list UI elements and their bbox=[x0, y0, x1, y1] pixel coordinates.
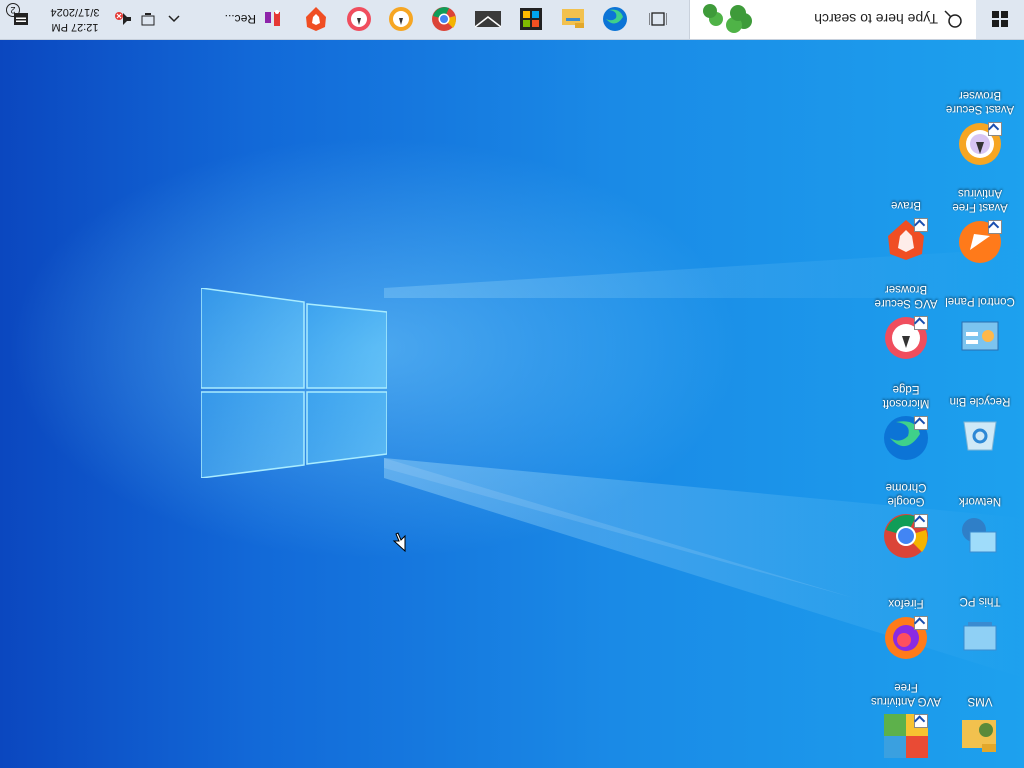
network-tray-button[interactable] bbox=[134, 0, 160, 39]
volume-muted-icon bbox=[115, 12, 131, 25]
windows-start-icon bbox=[992, 11, 1008, 27]
taskbar-avast-browser[interactable] bbox=[380, 0, 422, 39]
shortcut-arrow-icon bbox=[988, 122, 1002, 136]
desktop-icon-edge[interactable]: Microsoft Edge bbox=[868, 382, 944, 462]
taskbar-store[interactable] bbox=[510, 0, 552, 39]
avg-browser-icon bbox=[882, 314, 930, 362]
desktop-icon-network[interactable]: Network bbox=[942, 494, 1018, 560]
desktop-icon-firefox[interactable]: Firefox bbox=[868, 596, 944, 662]
taskbar-chrome[interactable] bbox=[422, 0, 466, 39]
network-icon bbox=[956, 512, 1004, 560]
control-panel-icon bbox=[956, 312, 1004, 360]
desktop-screen: VMS This PC Network Recycle Bin Control … bbox=[0, 0, 1024, 768]
taskbar-brave[interactable] bbox=[294, 0, 338, 39]
shortcut-arrow-icon bbox=[988, 220, 1002, 234]
mouse-cursor bbox=[392, 532, 406, 552]
clock[interactable]: 12:27 PM 3/17/2024 bbox=[40, 0, 110, 39]
edge-icon bbox=[882, 414, 930, 462]
shortcut-arrow-icon bbox=[914, 316, 928, 330]
avast-browser-icon bbox=[389, 7, 413, 31]
chrome-icon bbox=[432, 7, 456, 31]
store-icon bbox=[520, 8, 542, 30]
taskbar: Type here to search Rec... 12:27 PM 3/17… bbox=[0, 0, 1024, 40]
taskbar-edge[interactable] bbox=[594, 0, 636, 39]
this-pc-icon bbox=[956, 612, 1004, 660]
chrome-icon bbox=[882, 512, 930, 560]
chevron-up-icon bbox=[168, 15, 180, 23]
avg-antivirus-icon bbox=[882, 712, 930, 760]
shortcut-arrow-icon bbox=[914, 514, 928, 528]
desktop-icon-control-panel[interactable]: Control Panel bbox=[942, 294, 1018, 360]
action-center-button[interactable]: 2 bbox=[2, 0, 38, 39]
clock-time: 12:27 PM bbox=[51, 21, 99, 33]
desktop-icon-avast[interactable]: Avast Free Antivirus bbox=[942, 186, 1018, 266]
recorder-app-icon bbox=[265, 10, 280, 26]
shortcut-arrow-icon bbox=[914, 416, 928, 430]
desktop-icon-brave[interactable]: Brave bbox=[868, 198, 944, 264]
search-placeholder: Type here to search bbox=[814, 11, 938, 27]
search-icon bbox=[944, 10, 962, 28]
volume-tray-button[interactable] bbox=[112, 0, 136, 39]
desktop-icon-avast-browser[interactable]: Avast Secure Browser bbox=[942, 88, 1018, 168]
desktop-icon-avg-antivirus[interactable]: AVG Antivirus Free bbox=[868, 680, 944, 760]
avg-browser-icon bbox=[347, 7, 371, 31]
start-button[interactable] bbox=[976, 0, 1024, 39]
shortcut-arrow-icon bbox=[914, 714, 928, 728]
brave-icon bbox=[306, 7, 326, 31]
show-hidden-icons-button[interactable] bbox=[160, 0, 188, 39]
taskbar-running-app[interactable]: Rec... bbox=[210, 0, 282, 39]
search-box[interactable]: Type here to search bbox=[689, 0, 976, 39]
edge-icon bbox=[603, 7, 627, 31]
avast-icon bbox=[956, 218, 1004, 266]
notification-count-badge: 2 bbox=[6, 3, 20, 17]
network-tray-icon bbox=[141, 13, 155, 26]
clover-icon bbox=[703, 4, 752, 33]
file-explorer-icon bbox=[562, 9, 584, 28]
running-app-label: Rec... bbox=[224, 12, 256, 27]
recycle-bin-icon bbox=[956, 412, 1004, 460]
avast-browser-icon bbox=[956, 120, 1004, 168]
brave-icon bbox=[882, 216, 930, 264]
desktop-icon-chrome[interactable]: Google Chrome bbox=[868, 480, 944, 560]
task-view-button[interactable] bbox=[638, 0, 678, 39]
desktop-icon-avg-browser[interactable]: AVG Secure Browser bbox=[868, 282, 944, 362]
clock-date: 3/17/2024 bbox=[50, 6, 100, 18]
shortcut-arrow-icon bbox=[914, 616, 928, 630]
desktop-icon-this-pc[interactable]: This PC bbox=[942, 594, 1018, 660]
taskbar-mail[interactable] bbox=[466, 0, 510, 39]
taskbar-avg-browser[interactable] bbox=[338, 0, 380, 39]
desktop-icon-recycle-bin[interactable]: Recycle Bin bbox=[942, 394, 1018, 460]
task-view-icon bbox=[649, 12, 667, 26]
folder-icon bbox=[956, 712, 1004, 760]
taskbar-file-explorer[interactable] bbox=[552, 0, 594, 39]
mail-icon bbox=[475, 11, 501, 28]
desktop-icon-vms[interactable]: VMS bbox=[942, 694, 1018, 760]
firefox-icon bbox=[882, 614, 930, 662]
windows-logo bbox=[201, 288, 387, 478]
shortcut-arrow-icon bbox=[914, 218, 928, 232]
